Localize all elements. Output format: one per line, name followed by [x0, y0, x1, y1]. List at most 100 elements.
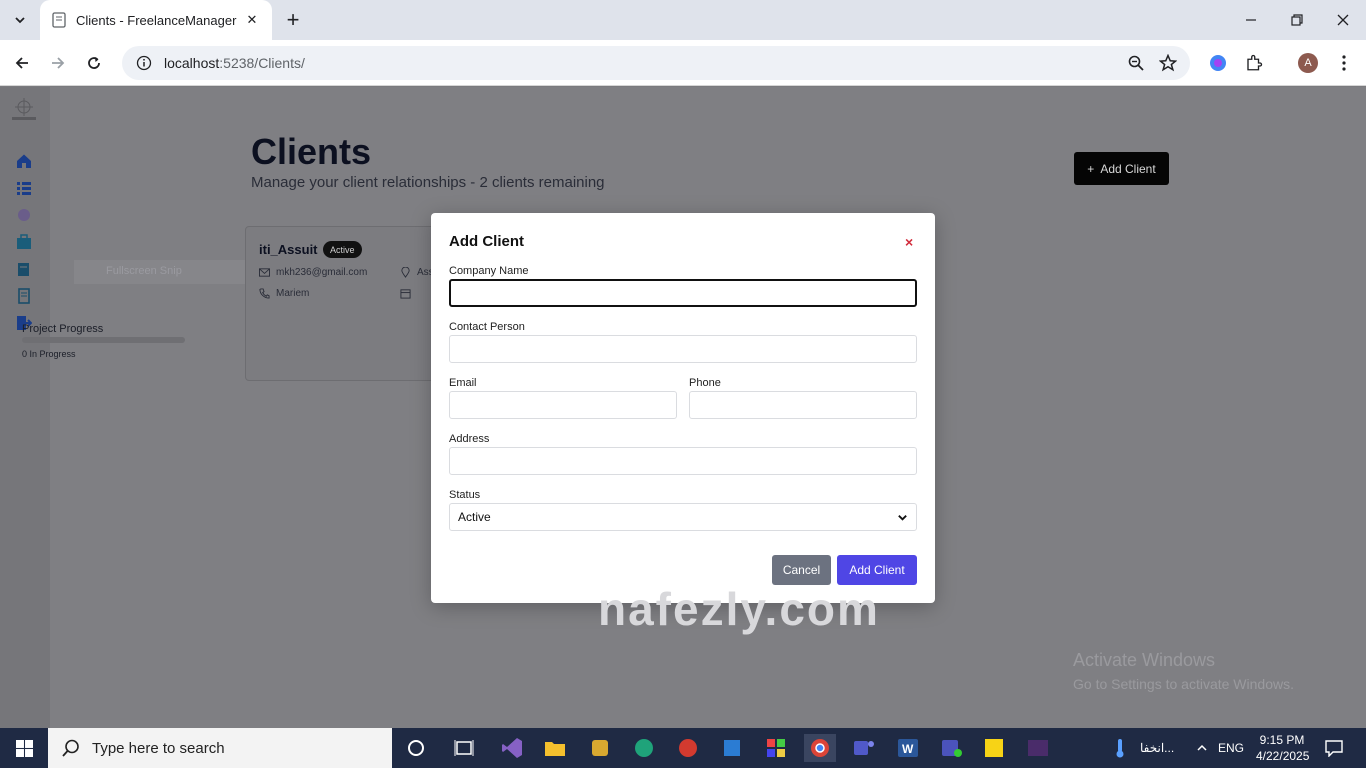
taskbar-app-1[interactable] — [586, 734, 614, 762]
teams-app[interactable] — [850, 734, 878, 762]
email-input[interactable] — [449, 391, 677, 419]
page-favicon-icon — [52, 12, 66, 28]
weather-widget[interactable] — [1106, 734, 1134, 762]
folder-icon — [545, 742, 565, 756]
word-app[interactable]: W — [894, 734, 922, 762]
chevron-down-icon — [15, 17, 25, 24]
taskbar-app-5[interactable] — [762, 734, 790, 762]
search-icon — [62, 739, 79, 757]
tab-close-icon[interactable]: ✕ — [244, 12, 260, 28]
activate-windows-title: Activate Windows — [1073, 650, 1216, 670]
taskbar-app-3[interactable] — [674, 734, 702, 762]
extensions-button[interactable] — [1240, 49, 1268, 77]
svg-text:W: W — [902, 742, 914, 756]
back-button[interactable] — [8, 49, 36, 77]
task-view-icon — [454, 740, 474, 756]
status-label: Status — [449, 489, 481, 501]
activate-windows-subtitle: Go to Settings to activate Windows. — [1073, 676, 1294, 692]
restore-icon — [1291, 14, 1303, 26]
teams-icon — [942, 740, 962, 757]
phone-input[interactable] — [689, 391, 917, 419]
clock-date: 4/22/2025 — [1256, 749, 1310, 763]
client-contact-row: Mariem — [259, 288, 309, 299]
chevron-down-icon — [898, 514, 907, 521]
browser-tab-bar: Clients - FreelanceManager ✕ + — [0, 0, 1366, 40]
add-client-header-button[interactable]: + Add Client — [1074, 152, 1169, 185]
site-info-icon[interactable] — [136, 55, 152, 71]
bookmark-button[interactable] — [1154, 49, 1182, 77]
circle-icon — [408, 740, 424, 756]
teams-classic-app[interactable] — [938, 734, 966, 762]
reload-icon — [88, 57, 100, 69]
close-window-button[interactable] — [1320, 0, 1366, 40]
client-date-row — [400, 288, 411, 299]
add-client-modal: Add Client × Company Name Contact Person… — [431, 213, 935, 603]
thermometer-icon — [1116, 739, 1124, 758]
progress-title: Project Progress — [22, 323, 104, 335]
snip-overlay-label: Fullscreen Snip — [74, 260, 274, 284]
notifications-button[interactable] — [1320, 734, 1348, 762]
address-input[interactable] — [449, 447, 917, 475]
visual-studio-app[interactable] — [498, 734, 526, 762]
phone-icon — [259, 288, 270, 299]
sticky-notes-app[interactable] — [980, 734, 1008, 762]
company-name-input[interactable] — [449, 279, 917, 307]
taskbar-app-2[interactable] — [630, 734, 658, 762]
calendar-icon — [400, 289, 411, 299]
zoom-button[interactable] — [1122, 49, 1150, 77]
projects-icon[interactable] — [16, 207, 32, 223]
profile-button[interactable]: A — [1294, 49, 1322, 77]
new-tab-button[interactable]: + — [280, 6, 306, 34]
edge-icon — [635, 739, 653, 757]
tray-expand-button[interactable] — [1188, 734, 1216, 762]
reload-button[interactable] — [80, 49, 108, 77]
home-icon[interactable] — [16, 153, 32, 169]
client-email: mkh236@gmail.com — [276, 267, 368, 278]
arrow-right-icon — [52, 57, 65, 69]
taskbar-clock[interactable]: 9:15 PM 4/22/2025 — [1256, 732, 1310, 764]
weather-text: انخفا... — [1140, 741, 1175, 755]
browser-tab[interactable]: Clients - FreelanceManager ✕ — [40, 0, 272, 40]
clock-time: 9:15 PM — [1259, 733, 1305, 747]
extension-colorful-button[interactable] — [1204, 49, 1232, 77]
file-explorer-app[interactable] — [541, 734, 569, 762]
modal-close-icon[interactable]: × — [905, 234, 913, 250]
forward-button[interactable] — [44, 49, 72, 77]
taskbar-app-4[interactable] — [718, 734, 746, 762]
progress-bar — [22, 337, 185, 343]
invoices-icon[interactable] — [16, 261, 32, 277]
start-button[interactable] — [0, 728, 48, 768]
language-indicator[interactable]: ENG — [1218, 741, 1244, 755]
contact-person-input[interactable] — [449, 335, 917, 363]
minimize-icon — [1246, 19, 1256, 21]
taskbar-search[interactable]: Type here to search — [48, 728, 392, 768]
windows-logo-icon — [15, 739, 33, 757]
cancel-button[interactable]: Cancel — [772, 555, 831, 585]
kebab-menu-icon — [1342, 55, 1346, 71]
app-grid-icon — [767, 739, 785, 757]
email-label: Email — [449, 377, 477, 389]
terminal-icon — [1028, 740, 1048, 756]
minimize-button[interactable] — [1228, 0, 1274, 40]
notification-icon — [1325, 740, 1343, 757]
status-badge: Active — [323, 241, 362, 258]
cortana-button[interactable] — [402, 734, 430, 762]
task-view-button[interactable] — [450, 734, 478, 762]
url-text: localhost:5238/Clients/ — [164, 55, 305, 71]
restore-button[interactable] — [1274, 0, 1320, 40]
taskbar-search-placeholder: Type here to search — [92, 739, 225, 757]
client-address-row: Ass — [400, 267, 434, 278]
add-client-submit-button[interactable]: Add Client — [837, 555, 917, 585]
chrome-app[interactable] — [804, 734, 836, 762]
status-select[interactable]: Active — [449, 503, 917, 531]
tab-search-button[interactable] — [6, 6, 34, 34]
terminal-app[interactable] — [1024, 734, 1052, 762]
clients-icon[interactable] — [16, 234, 32, 250]
menu-button[interactable] — [1330, 49, 1358, 77]
document-icon[interactable] — [16, 288, 32, 304]
arrow-left-icon — [15, 57, 28, 69]
windows-taskbar: Type here to search W انخفا... ENG 9:15 … — [0, 728, 1366, 768]
list-icon[interactable] — [16, 180, 32, 196]
plus-icon: + — [1087, 161, 1095, 176]
address-bar[interactable]: localhost:5238/Clients/ — [122, 46, 1190, 80]
